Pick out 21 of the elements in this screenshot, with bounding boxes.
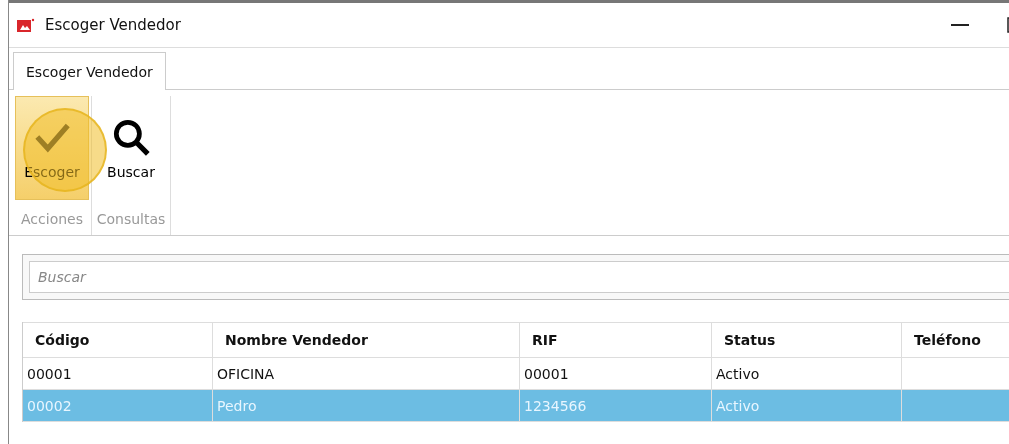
table-cell: 00002 bbox=[27, 397, 72, 414]
ribbon-tab[interactable]: Escoger Vendedor bbox=[13, 52, 166, 90]
table-cell: Activo bbox=[716, 397, 760, 414]
search-field[interactable]: Buscar bbox=[29, 261, 1009, 293]
window-title: Escoger Vendedor bbox=[45, 16, 181, 34]
column-header[interactable]: Status bbox=[712, 323, 902, 357]
group-label: Acciones bbox=[21, 210, 83, 229]
table-cell: Activo bbox=[716, 365, 760, 382]
table-cell: 1234566 bbox=[524, 397, 587, 414]
app-icon bbox=[17, 18, 35, 32]
column-header[interactable]: Teléfono bbox=[902, 323, 1009, 357]
table-cell: Pedro bbox=[217, 397, 257, 414]
table-cell: OFICINA bbox=[217, 365, 275, 382]
column-header[interactable]: RIF bbox=[520, 323, 712, 357]
table-cell: 00001 bbox=[27, 365, 72, 382]
table-cell: 00001 bbox=[524, 365, 569, 382]
search-button[interactable]: Buscar bbox=[94, 96, 168, 200]
group-label: Consultas bbox=[96, 210, 166, 229]
column-header[interactable]: Código bbox=[23, 323, 213, 357]
minimize-icon[interactable] bbox=[951, 24, 969, 26]
column-header[interactable]: Nombre Vendedor bbox=[213, 323, 520, 357]
